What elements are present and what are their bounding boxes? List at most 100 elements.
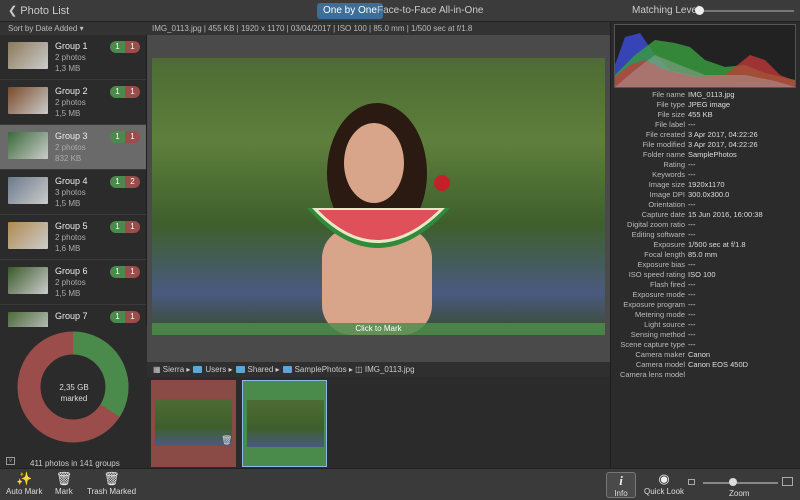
breadcrumb-item[interactable]: Users bbox=[205, 365, 226, 374]
group-mark-badge: 11 bbox=[110, 131, 140, 143]
marked-caption: marked bbox=[60, 394, 88, 403]
metadata-key: Camera lens model bbox=[619, 370, 685, 379]
zoom-slider[interactable] bbox=[703, 482, 778, 484]
keep-count: 1 bbox=[110, 221, 125, 233]
group-thumbnail bbox=[8, 87, 48, 114]
metadata-value: IMG_0113.jpg bbox=[688, 90, 735, 99]
info-label: Info bbox=[614, 489, 628, 498]
metadata-row: Focal length 85.0 mm bbox=[610, 250, 800, 260]
filmstrip-item-kept[interactable] bbox=[242, 380, 327, 467]
group-size: 1,5 MB bbox=[55, 289, 81, 298]
metadata-row: Camera maker Canon bbox=[610, 350, 800, 360]
magic-wand-icon: ✨ bbox=[16, 471, 33, 486]
back-label: Photo List bbox=[20, 5, 70, 17]
group-size: 1,3 MB bbox=[55, 64, 81, 73]
breadcrumb-item[interactable]: Shared bbox=[248, 365, 274, 374]
back-button[interactable]: ❮ Photo List bbox=[8, 4, 69, 17]
zoom-small-icon[interactable] bbox=[688, 479, 695, 485]
metadata-value: --- bbox=[688, 340, 696, 349]
group-thumbnail bbox=[8, 132, 48, 159]
group-list-item[interactable]: Group 4 3 photos 1,5 MB 12 bbox=[0, 170, 146, 215]
quick-look-button[interactable]: ◉ Quick Look bbox=[644, 471, 684, 496]
matching-level-slider[interactable] bbox=[698, 10, 794, 12]
filmstrip-item-marked[interactable]: 🗑 bbox=[151, 380, 236, 467]
tab-all-in-one[interactable]: All-in-One bbox=[433, 3, 489, 19]
metadata-value: 455 KB bbox=[688, 110, 713, 119]
metadata-value: --- bbox=[688, 200, 696, 209]
group-list-item[interactable]: Group 7 11 bbox=[0, 305, 146, 327]
photo-count: 411 photos in 141 groups bbox=[30, 459, 120, 468]
metadata-value: --- bbox=[688, 330, 696, 339]
group-size: 1,5 MB bbox=[55, 199, 81, 208]
group-list-item[interactable]: Group 1 2 photos 1,3 MB 11 bbox=[0, 35, 146, 80]
click-to-mark-button[interactable]: Click to Mark bbox=[152, 323, 605, 335]
breadcrumb: ▦ Sierra ▸ Users ▸ Shared ▸ SamplePhotos ▸ … bbox=[147, 362, 610, 377]
metadata-key: Sensing method bbox=[630, 330, 685, 339]
mark-button[interactable]: 🗑 Mark bbox=[55, 471, 73, 496]
trash-count: 2 bbox=[125, 176, 140, 188]
chevron-down-icon: ▾ bbox=[79, 24, 84, 33]
trash-marked-button[interactable]: 🗑 Trash Marked bbox=[87, 471, 136, 496]
folder-icon bbox=[193, 366, 203, 373]
metadata-key: Image size bbox=[648, 180, 685, 189]
breadcrumb-item[interactable]: SamplePhotos bbox=[295, 365, 347, 374]
metadata-key: Focal length bbox=[644, 250, 685, 259]
metadata-value: --- bbox=[688, 280, 696, 289]
metadata-key: File created bbox=[645, 130, 685, 139]
keep-count: 1 bbox=[110, 41, 125, 53]
metadata-row: Camera model Canon EOS 450D bbox=[610, 360, 800, 370]
filmstrip: 🗑 bbox=[147, 377, 610, 468]
keep-count: 1 bbox=[110, 131, 125, 143]
group-list-item[interactable]: Group 5 2 photos 1,6 MB 11 bbox=[0, 215, 146, 260]
metadata-value: ISO 100 bbox=[688, 270, 716, 279]
metadata-row: Capture date 15 Jun 2016, 16:00:38 bbox=[610, 210, 800, 220]
group-photo-count: 3 photos bbox=[55, 188, 86, 197]
metadata-row: Orientation --- bbox=[610, 200, 800, 210]
tab-face-to-face[interactable]: Face-to-Face bbox=[371, 3, 442, 19]
breadcrumb-item[interactable]: Sierra bbox=[163, 365, 184, 374]
info-button[interactable]: i Info bbox=[606, 472, 636, 498]
metadata-key: Capture date bbox=[641, 210, 685, 219]
zoom-label: Zoom bbox=[729, 489, 750, 498]
group-thumbnail bbox=[8, 42, 48, 69]
group-photo-count: 2 photos bbox=[55, 53, 86, 62]
metadata-key: Exposure program bbox=[623, 300, 685, 309]
metadata-value: SamplePhotos bbox=[688, 150, 737, 159]
group-name: Group 6 bbox=[55, 266, 88, 276]
group-name: Group 7 bbox=[55, 311, 88, 321]
trash-count: 1 bbox=[125, 41, 140, 53]
auto-mark-button[interactable]: ✨ Auto Mark bbox=[6, 471, 42, 496]
group-list-item[interactable]: Group 6 2 photos 1,5 MB 11 bbox=[0, 260, 146, 305]
metadata-value: --- bbox=[688, 260, 696, 269]
metadata-value: 3 Apr 2017, 04:22:26 bbox=[688, 140, 758, 149]
metadata-row: File modified 3 Apr 2017, 04:22:26 bbox=[610, 140, 800, 150]
sort-dropdown[interactable]: Sort by Date Added ▾ bbox=[0, 22, 147, 35]
zoom-large-icon[interactable] bbox=[782, 477, 793, 486]
metadata-value: --- bbox=[688, 160, 696, 169]
trash-count: 1 bbox=[125, 221, 140, 233]
group-mark-badge: 11 bbox=[110, 221, 140, 233]
group-list[interactable]: Group 1 2 photos 1,3 MB 11 Group 2 2 pho… bbox=[0, 35, 147, 327]
metadata-row: Exposure 1/500 sec at f/1.8 bbox=[610, 240, 800, 250]
group-photo-count: 2 photos bbox=[55, 143, 86, 152]
main-photo[interactable] bbox=[152, 58, 605, 335]
group-name: Group 4 bbox=[55, 176, 88, 186]
metadata-value: 1920x1170 bbox=[688, 180, 725, 189]
metadata-value: --- bbox=[688, 230, 696, 239]
metadata-row: Exposure program --- bbox=[610, 300, 800, 310]
metadata-row: Flash fired --- bbox=[610, 280, 800, 290]
metadata-key: Editing software bbox=[631, 230, 685, 239]
zoom-knob[interactable] bbox=[729, 478, 737, 486]
metadata-row: Rating --- bbox=[610, 160, 800, 170]
matching-level-knob[interactable] bbox=[695, 6, 704, 15]
metadata-row: Image DPI 300.0x300.0 bbox=[610, 190, 800, 200]
metadata-value: --- bbox=[688, 220, 696, 229]
group-list-item[interactable]: Group 3 2 photos 832 KB 11 bbox=[0, 125, 146, 170]
metadata-key: Orientation bbox=[648, 200, 685, 209]
breadcrumb-item[interactable]: IMG_0113.jpg bbox=[365, 365, 415, 374]
group-list-item[interactable]: Group 2 2 photos 1,5 MB 11 bbox=[0, 80, 146, 125]
metadata-row: Camera lens model bbox=[610, 370, 800, 380]
group-size: 832 KB bbox=[55, 154, 82, 163]
metadata-key: ISO speed rating bbox=[628, 270, 685, 279]
collapse-icon[interactable]: v bbox=[6, 457, 15, 465]
